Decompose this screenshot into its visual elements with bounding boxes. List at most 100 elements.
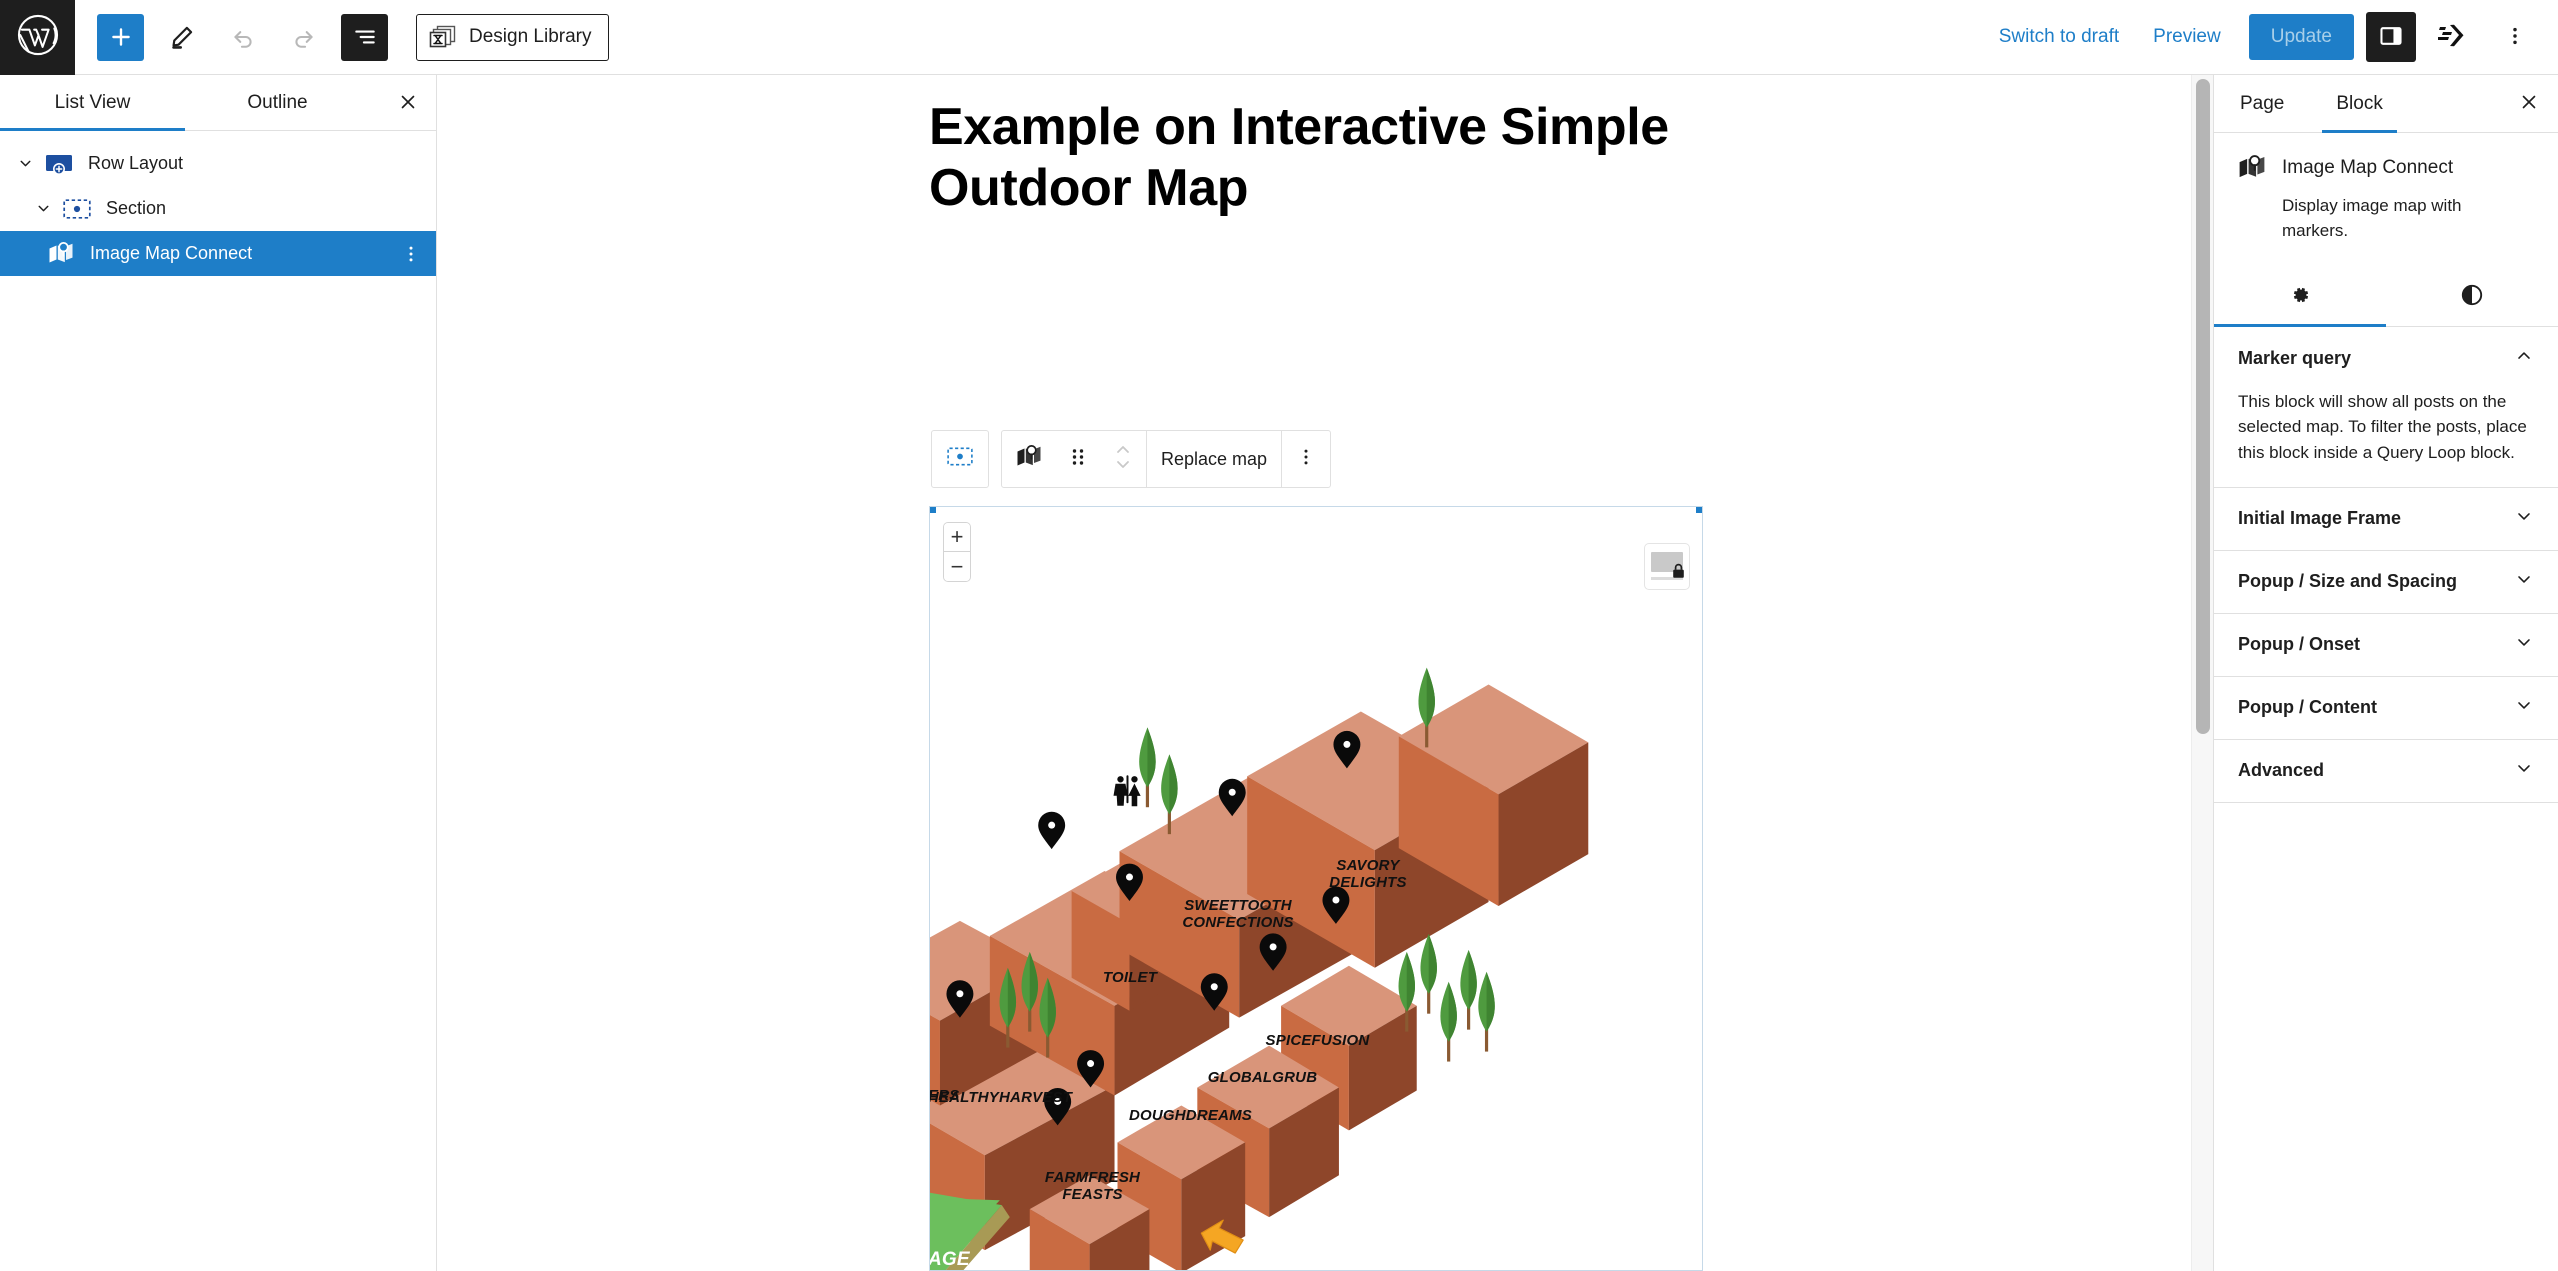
switch-to-draft-button[interactable]: Switch to draft <box>1985 16 2133 58</box>
move-up-down-icon <box>1114 442 1132 477</box>
kadence-blocks-button[interactable] <box>2428 12 2478 62</box>
add-block-button[interactable] <box>97 13 144 61</box>
undo-button[interactable] <box>219 14 266 61</box>
more-options-button[interactable] <box>2490 12 2540 62</box>
chevron-down-icon[interactable] <box>2514 569 2534 594</box>
editor-canvas: Example on Interactive Simple Outdoor Ma… <box>438 75 2253 1271</box>
section-popup-size-and-spacing: Popup / Size and Spacing <box>2214 551 2558 614</box>
page-title[interactable]: Example on Interactive Simple Outdoor Ma… <box>929 97 1669 219</box>
update-button[interactable]: Update <box>2248 14 2354 60</box>
section-title: Popup / Onset <box>2238 634 2361 655</box>
chevron-down-icon[interactable] <box>2514 632 2534 657</box>
chevron-down-icon[interactable] <box>2514 506 2534 531</box>
list-view-toggle-button[interactable] <box>341 13 388 61</box>
tree-item-label: Section <box>106 198 167 218</box>
tab-page[interactable]: Page <box>2214 75 2310 132</box>
list-view-icon <box>352 24 378 50</box>
edit-tool-button[interactable] <box>158 14 205 61</box>
tree-item-label: Row Layout <box>88 153 184 173</box>
image-map-block[interactable]: + − HEALTHYHARVEST TOILET SWEETTOOTH CON… <box>929 506 1703 1271</box>
section-marker-query-header[interactable]: Marker query <box>2238 327 2534 389</box>
section-popup-onset-header[interactable]: Popup / Onset <box>2238 614 2534 676</box>
locked-overlay-widget[interactable] <box>1644 543 1690 590</box>
list-view-tabs: List View Outline <box>0 75 436 131</box>
zoom-out-button[interactable]: − <box>944 552 970 581</box>
close-list-view-button[interactable] <box>380 75 436 131</box>
map-zoom-controls: + − <box>943 522 971 582</box>
design-library-button[interactable]: Design Library <box>416 13 609 61</box>
close-icon <box>2518 91 2540 116</box>
contrast-icon <box>2460 283 2484 310</box>
section-advanced: Advanced <box>2214 740 2558 803</box>
editor-top-bar: Design Library Switch to draft Preview U… <box>0 0 2558 75</box>
kadence-icon <box>2437 23 2468 52</box>
vertical-ellipsis-icon <box>2504 25 2526 50</box>
tab-block[interactable]: Block <box>2310 75 2408 133</box>
section-title: Marker query <box>2238 347 2352 368</box>
settings-sidebar-scrollbar[interactable] <box>2191 75 2213 1271</box>
selection-handle-top-right <box>1696 507 1702 513</box>
styles-tab[interactable] <box>2386 267 2558 326</box>
replace-map-button[interactable]: Replace map <box>1147 431 1281 487</box>
section-marker-query-body: This block will show all posts on the se… <box>2238 389 2534 486</box>
tree-item-row-layout[interactable]: Row Layout <box>0 141 436 186</box>
block-toolbar: Replace map <box>931 430 1332 488</box>
chevron-up-icon[interactable] <box>2514 346 2534 371</box>
tree-item-options-button[interactable] <box>398 234 424 274</box>
tree-item-label: Image Map Connect <box>90 243 253 263</box>
plus-icon <box>108 24 134 50</box>
sidebar-toggle-icon <box>2378 23 2404 52</box>
section-popup-size-and-spacing-header[interactable]: Popup / Size and Spacing <box>2238 551 2534 613</box>
section-popup-content: Popup / Content <box>2214 677 2558 740</box>
section-initial-image-frame: Initial Image Frame <box>2214 488 2558 551</box>
preview-button[interactable]: Preview <box>2139 16 2235 58</box>
block-more-options-button[interactable] <box>1282 431 1330 487</box>
section-advanced-header[interactable]: Advanced <box>2238 740 2534 802</box>
redo-arrow-icon <box>291 24 317 50</box>
wordpress-logo-icon <box>16 13 60 62</box>
wordpress-logo-button[interactable] <box>0 0 75 75</box>
tab-outline[interactable]: Outline <box>185 75 370 130</box>
scrollbar-thumb[interactable] <box>2196 79 2210 734</box>
tree-item-image-map-connect[interactable]: Image Map Connect <box>0 231 436 276</box>
settings-tab[interactable] <box>2214 267 2386 328</box>
block-info-card: Image Map Connect Display image map with… <box>2214 133 2558 253</box>
chevron-down-icon[interactable] <box>26 200 60 217</box>
zoom-in-button[interactable]: + <box>944 523 970 552</box>
chevron-down-icon[interactable] <box>2514 695 2534 720</box>
chevron-down-icon[interactable] <box>2514 758 2534 783</box>
settings-icon-tabs <box>2214 267 2558 328</box>
gear-icon <box>2288 283 2312 310</box>
settings-sidebar-tabs: Page Block <box>2214 75 2558 133</box>
tab-list-view[interactable]: List View <box>0 75 185 131</box>
image-map-icon <box>2238 155 2266 186</box>
list-view-panel: List View Outline Row Layout Section Ima… <box>0 75 437 1271</box>
section-marker-query: Marker query This block will show all po… <box>2214 327 2558 488</box>
select-parent-section-button[interactable] <box>932 431 988 487</box>
section-popup-content-header[interactable]: Popup / Content <box>2238 677 2534 739</box>
undo-arrow-icon <box>230 24 256 50</box>
tree-item-section[interactable]: Section <box>0 186 436 231</box>
design-library-label: Design Library <box>469 26 592 47</box>
move-block-up-down-button[interactable] <box>1100 431 1146 487</box>
vertical-ellipsis-icon <box>1296 447 1316 472</box>
section-popup-onset: Popup / Onset <box>2214 614 2558 677</box>
section-title: Popup / Size and Spacing <box>2238 571 2458 592</box>
drag-block-handle[interactable] <box>1056 431 1100 487</box>
block-type-button[interactable] <box>1002 431 1056 487</box>
chevron-down-icon[interactable] <box>8 155 42 172</box>
close-icon <box>397 91 419 116</box>
section-icon <box>60 198 94 219</box>
close-settings-sidebar-button[interactable] <box>2500 75 2558 132</box>
section-initial-image-frame-header[interactable]: Initial Image Frame <box>2238 488 2534 550</box>
section-select-icon <box>947 447 973 471</box>
settings-sidebar-toggle-button[interactable] <box>2366 12 2416 62</box>
marker-query-note: This block will show all posts on the se… <box>2238 392 2527 462</box>
section-title: Advanced <box>2238 760 2325 781</box>
block-description: Display image map with markers. <box>2282 196 2462 240</box>
design-library-icon <box>429 24 457 50</box>
parent-block-selector[interactable] <box>931 430 989 488</box>
redo-button[interactable] <box>280 14 327 61</box>
image-map-icon <box>1016 444 1042 474</box>
block-toolbar-main: Replace map <box>1001 430 1332 488</box>
